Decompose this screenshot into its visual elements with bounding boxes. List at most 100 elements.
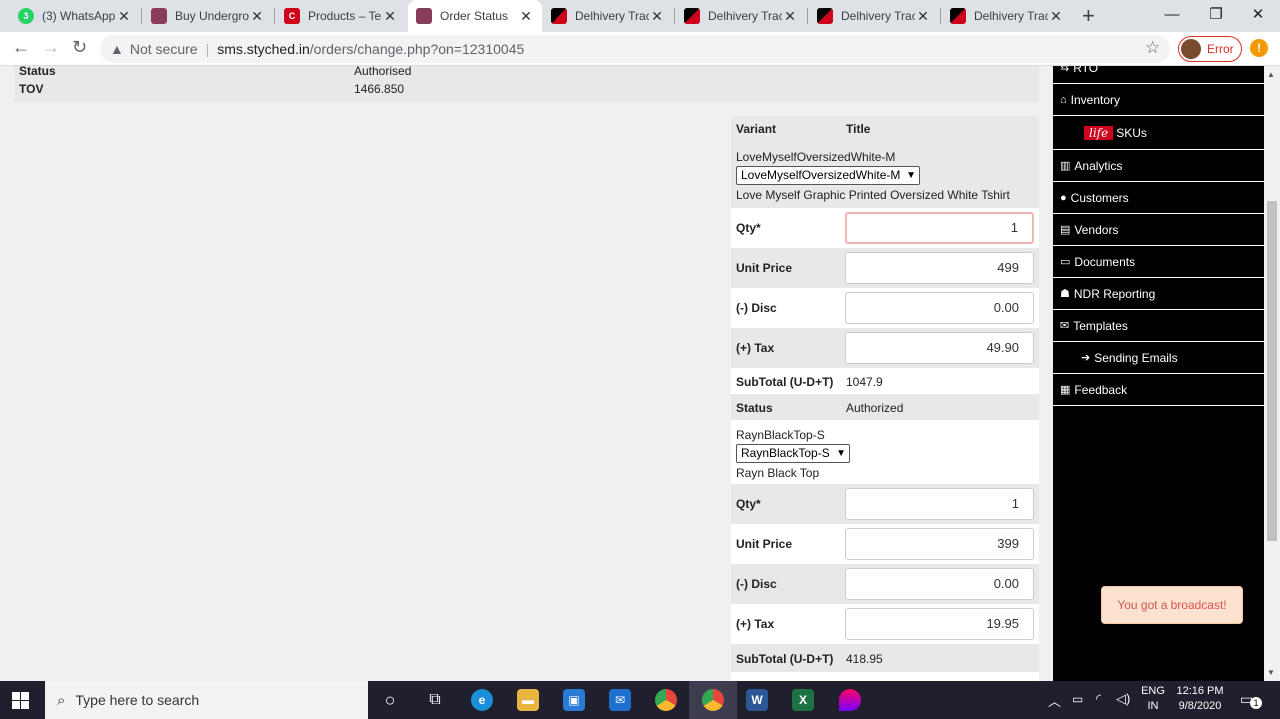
edge-icon[interactable]: e — [471, 689, 493, 711]
volume-icon[interactable]: ◁) — [1116, 691, 1130, 707]
close-icon[interactable]: ✕ — [649, 8, 665, 25]
maximize-button[interactable]: ❐ — [1194, 0, 1238, 32]
profile-error-button[interactable]: Error — [1178, 36, 1242, 62]
tab-products[interactable]: C Products – Te ✕ — [276, 0, 406, 32]
windows-start-icon[interactable] — [12, 692, 29, 709]
sidebar-item-ndr-reporting[interactable]: ☗ NDR Reporting — [1053, 278, 1264, 310]
tab-delhivery-2[interactable]: Delhivery Trac ✕ — [676, 0, 806, 32]
variant-header: Variant — [736, 122, 777, 136]
toast-text: You got a — [1117, 598, 1168, 612]
battery-icon[interactable]: ▭ — [1072, 692, 1083, 706]
tax-input[interactable]: 49.90 — [845, 332, 1034, 364]
sidebar-item-skus[interactable]: life SKUs — [1053, 116, 1264, 150]
disc-label: (-) Disc — [736, 577, 777, 591]
reload-button[interactable]: ↻ — [72, 37, 87, 58]
task-view-icon[interactable]: ⧉ — [424, 689, 446, 711]
sidebar-item-templates[interactable]: ✉ Templates — [1053, 310, 1264, 342]
scroll-down-icon[interactable]: ▼ — [1267, 668, 1275, 677]
close-icon[interactable]: ✕ — [116, 8, 132, 25]
url-input[interactable]: ▲ Not secure | sms.styched.in /orders/ch… — [100, 35, 1170, 63]
page-scrollbar[interactable]: ▲ ▼ — [1264, 66, 1280, 681]
close-icon[interactable]: ✕ — [249, 8, 265, 25]
item-variant-block: RaynBlackTop-S RaynBlackTop-S ▼ Rayn Blac… — [731, 420, 1039, 484]
clock[interactable]: 12:16 PM 9/8/2020 — [1172, 685, 1228, 712]
sidebar-item-label: Documents — [1074, 254, 1136, 269]
taskbar-search-input[interactable]: ⌕ Type here to search — [45, 681, 368, 719]
sidebar-item-feedback[interactable]: ▦ Feedback — [1053, 374, 1264, 406]
flame-icon[interactable] — [839, 689, 861, 711]
bookmark-star-icon[interactable]: ☆ — [1145, 38, 1160, 58]
excel-icon[interactable]: X — [792, 689, 814, 711]
disc-row: (-) Disc 0.00 — [731, 564, 1039, 604]
avatar — [1181, 39, 1201, 59]
order-items-panel: Variant Title LoveMyselfOversizedWhite-M… — [731, 116, 1039, 681]
close-icon[interactable]: ✕ — [518, 8, 534, 25]
sidebar-item-customers[interactable]: ● Customers — [1053, 182, 1264, 214]
sidebar-item-sending-emails[interactable]: ➔ Sending Emails — [1053, 342, 1264, 374]
sidebar-item-vendors[interactable]: ▤ Vendors — [1053, 214, 1264, 246]
home-icon: ⌂ — [1060, 93, 1067, 106]
url-domain: sms.styched.in — [217, 41, 310, 57]
close-icon[interactable]: ✕ — [382, 8, 398, 25]
time-label: 12:16 PM — [1176, 685, 1224, 697]
unit-price-label: Unit Price — [736, 537, 793, 551]
delhivery-icon — [551, 8, 567, 24]
chrome-icon[interactable] — [655, 689, 677, 711]
item-status-row: Status Authorized — [731, 394, 1039, 420]
disc-input[interactable]: 0.00 — [845, 568, 1034, 600]
qty-input[interactable]: 1 — [845, 212, 1034, 244]
minimize-button[interactable]: — — [1150, 0, 1194, 32]
new-tab-button[interactable]: + — [1082, 3, 1095, 29]
toast-link[interactable]: broadcast! — [1171, 598, 1227, 612]
close-icon[interactable]: ✕ — [915, 8, 931, 25]
title-header: Title — [846, 122, 871, 136]
tab-buy-underground[interactable]: Buy Undergro ✕ — [143, 0, 273, 32]
language-indicator[interactable]: ENG IN — [1140, 685, 1166, 712]
tab-delhivery-1[interactable]: Delhivery Trac ✕ — [543, 0, 673, 32]
window-close-button[interactable]: ✕ — [1236, 0, 1280, 32]
close-icon[interactable]: ✕ — [782, 8, 798, 25]
product-title: Love Myself Graphic Printed Oversized Wh… — [736, 188, 1010, 202]
sidebar-item-rto[interactable]: ⇆ RTO — [1053, 66, 1264, 84]
wifi-icon[interactable]: ◜ — [1096, 691, 1101, 707]
tax-input[interactable]: 19.95 — [845, 608, 1034, 640]
notifications-icon[interactable]: ▭ 1 — [1240, 691, 1262, 709]
sidebar-item-documents[interactable]: ▭ Documents — [1053, 246, 1264, 278]
sidebar-item-label: NDR Reporting — [1073, 286, 1156, 301]
scrollbar-thumb[interactable] — [1267, 201, 1277, 541]
tab-order-status[interactable]: Order Status ✕ — [408, 0, 542, 32]
broadcast-toast[interactable]: You got a broadcast! — [1101, 586, 1243, 624]
variant-select[interactable]: LoveMyselfOversizedWhite-M ▼ — [736, 166, 920, 185]
tab-divider — [141, 8, 142, 24]
variant-select[interactable]: RaynBlackTop-S ▼ — [736, 444, 850, 463]
sidebar-item-analytics[interactable]: ▥ Analytics — [1053, 150, 1264, 182]
word-icon[interactable]: W — [746, 689, 768, 711]
tab-delhivery-4[interactable]: Delhivery Trac ✕ — [942, 0, 1072, 32]
tab-delhivery-3[interactable]: Delhivery Trac ✕ — [809, 0, 939, 32]
unit-price-input[interactable]: 399 — [845, 528, 1034, 560]
tab-title: Products – Te — [308, 9, 382, 23]
sidebar-item-label: Analytics — [1074, 158, 1123, 173]
qty-label: Qty* — [736, 221, 761, 235]
store-icon[interactable]: ▣ — [563, 689, 585, 711]
scroll-up-icon[interactable]: ▲ — [1267, 70, 1275, 79]
tov-label: TOV — [19, 82, 44, 96]
close-icon[interactable]: ✕ — [1048, 8, 1064, 25]
back-button[interactable]: ← — [12, 37, 30, 58]
disc-input[interactable]: 0.00 — [845, 292, 1034, 324]
qty-input[interactable]: 1 — [845, 488, 1034, 520]
sidebar-item-inventory[interactable]: ⌂ Inventory — [1053, 84, 1264, 116]
rto-icon: ⇆ — [1060, 66, 1070, 74]
tab-divider — [940, 8, 941, 24]
browser-menu-icon[interactable]: ! — [1250, 39, 1268, 57]
unit-price-input[interactable]: 499 — [845, 252, 1034, 284]
tab-title: Delhivery Trac — [708, 9, 782, 23]
forward-button[interactable]: → — [42, 37, 60, 58]
url-path: /orders/change.php?on=12310045 — [309, 41, 525, 57]
file-explorer-icon[interactable]: ▬ — [517, 689, 539, 711]
mail-icon[interactable]: ✉ — [609, 689, 631, 711]
cortana-icon[interactable]: ○ — [379, 689, 401, 711]
chrome-active-icon[interactable] — [702, 689, 724, 711]
tray-chevron-icon[interactable]: ︿ — [1048, 691, 1061, 710]
tab-whatsapp[interactable]: 3 (3) WhatsApp ✕ — [10, 0, 140, 32]
